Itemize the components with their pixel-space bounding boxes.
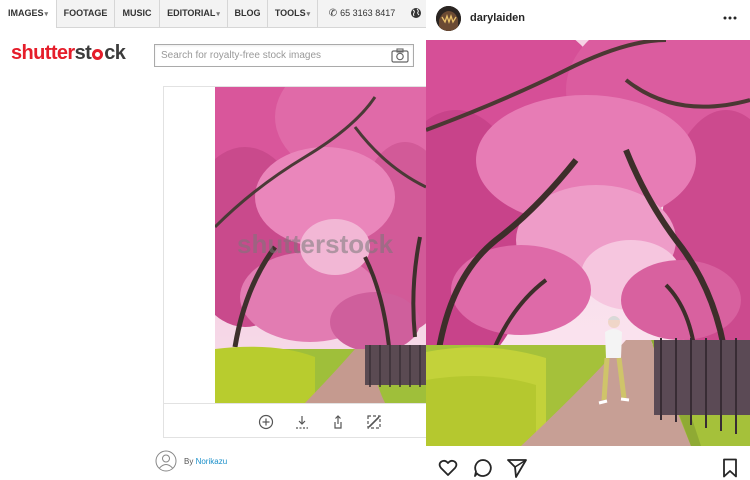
nav-images[interactable]: IMAGES▾ [0, 0, 57, 28]
profile-avatar[interactable] [436, 6, 461, 31]
camera-icon[interactable] [391, 48, 409, 63]
stock-photo[interactable]: shutterstock [215, 87, 426, 403]
edit-image-icon[interactable] [366, 414, 382, 430]
logo-o-mark [92, 49, 104, 60]
author-text: By Norikazu [184, 457, 227, 466]
logo-text-3: ck [104, 42, 126, 64]
heart-icon[interactable] [438, 458, 458, 478]
phone-icon: ✆ [328, 8, 338, 19]
nav-blog-label: BLOG [234, 8, 261, 18]
nav-editorial-label: EDITORIAL [167, 8, 216, 18]
shutterstock-logo[interactable]: shutterst ck [11, 42, 126, 65]
logo-text-1: shutter [11, 42, 75, 64]
download-icon[interactable] [294, 414, 310, 430]
nav-music[interactable]: MUSIC [115, 0, 160, 27]
nav-tools[interactable]: TOOLS▾ [268, 0, 318, 27]
stock-site-pane: IMAGES▾ FOOTAGE MUSIC EDITORIAL▾ BLOG TO… [0, 0, 426, 480]
nav-blog[interactable]: BLOG [228, 0, 268, 27]
chevron-down-icon: ▾ [306, 11, 311, 18]
comment-icon[interactable] [473, 458, 493, 478]
username[interactable]: darylaiden [470, 12, 525, 24]
social-post-pane: darylaiden [426, 0, 750, 480]
share-icon[interactable] [330, 414, 346, 430]
search-box[interactable] [154, 44, 414, 67]
phone-number[interactable]: ✆ 65 3163 8417 [318, 0, 406, 27]
author-link[interactable]: Norikazu [196, 457, 228, 466]
phone-number-label: 65 3163 8417 [340, 8, 396, 18]
chevron-down-icon: ▾ [44, 11, 49, 18]
post-photo[interactable] [426, 40, 750, 446]
logo-text-2: st [74, 42, 92, 64]
post-actions-bar [426, 446, 750, 480]
top-navigation: IMAGES▾ FOOTAGE MUSIC EDITORIAL▾ BLOG TO… [0, 0, 426, 28]
avatar-image [436, 6, 461, 31]
nav-images-label: IMAGES [7, 8, 44, 18]
nav-footage[interactable]: FOOTAGE [57, 0, 115, 27]
cherry-blossom-tunnel-photo [426, 40, 750, 446]
chevron-down-icon: ▾ [216, 11, 220, 18]
nav-editorial[interactable]: EDITORIAL▾ [160, 0, 228, 27]
post-header: darylaiden [426, 0, 750, 38]
search-input[interactable] [161, 48, 376, 63]
more-options-icon[interactable] [722, 12, 738, 24]
image-action-bar [163, 403, 426, 440]
nav-tools-label: TOOLS [274, 8, 306, 18]
author-prefix: By [184, 457, 194, 466]
add-to-lightbox-icon[interactable] [258, 414, 274, 430]
globe-icon[interactable] [410, 7, 422, 19]
send-icon[interactable] [507, 458, 527, 478]
user-avatar-icon [155, 450, 177, 472]
watermark-text: shutterstock [237, 229, 394, 259]
nav-footage-label: FOOTAGE [63, 8, 108, 18]
bookmark-icon[interactable] [720, 458, 740, 478]
nav-music-label: MUSIC [122, 8, 152, 18]
